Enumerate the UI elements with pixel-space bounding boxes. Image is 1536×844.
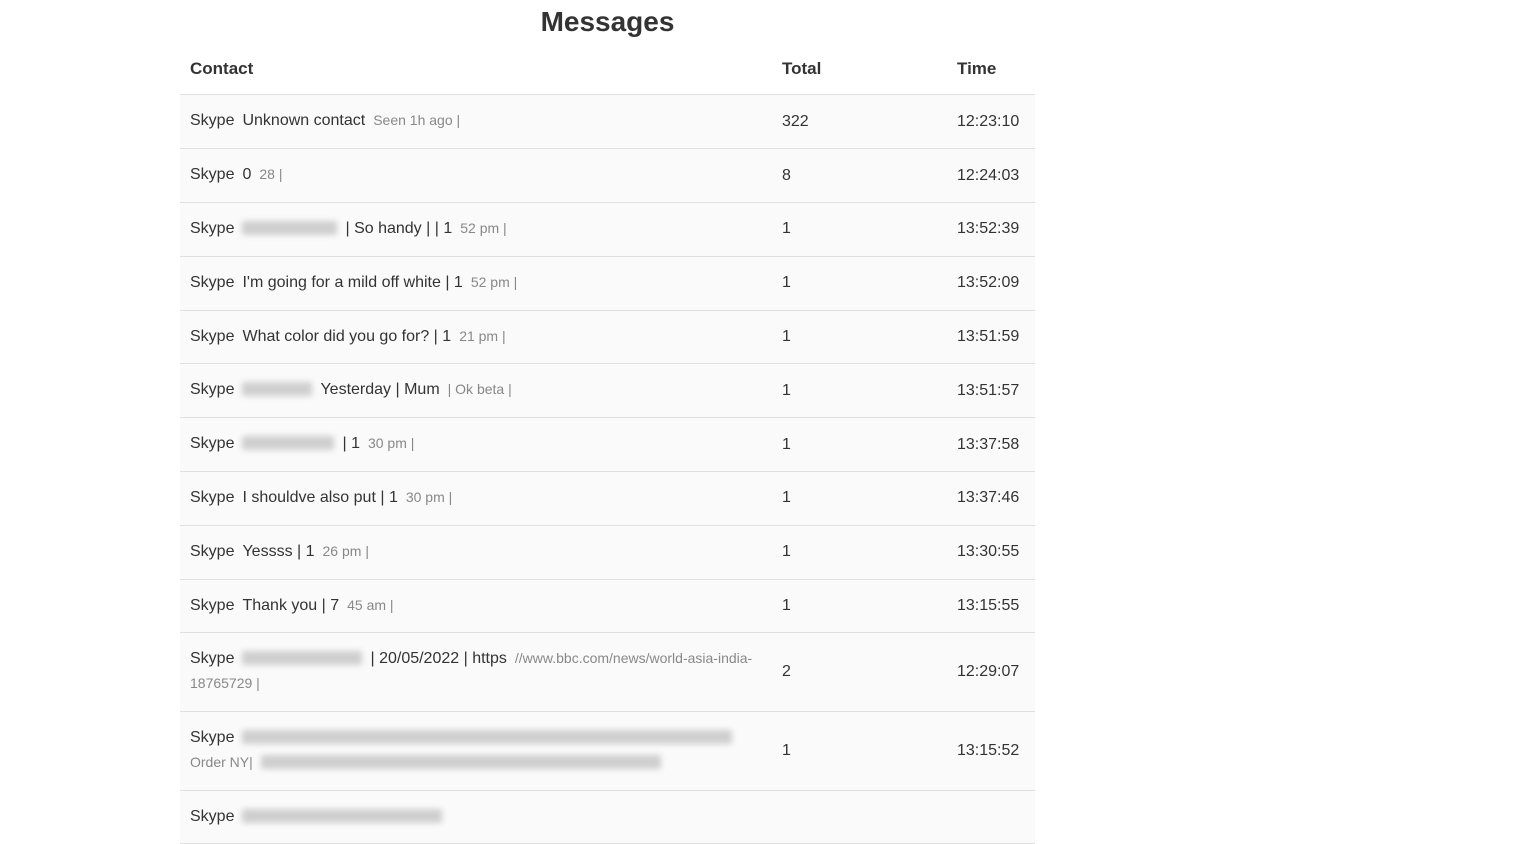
contact-meta: 28 | — [259, 166, 282, 182]
cell-contact: Skype — [190, 805, 782, 830]
contact-text: | So handy | | 1 — [345, 220, 452, 237]
contact-text: Skype — [190, 729, 234, 746]
column-header-total: Total — [782, 59, 957, 79]
messages-table-container: Contact Total Time SkypeUnknown contactS… — [180, 44, 1035, 844]
contact-text: Skype — [190, 112, 234, 129]
redacted-text — [261, 755, 661, 769]
contact-meta: 30 pm | — [368, 435, 414, 451]
cell-time: 13:30:55 — [957, 543, 1037, 561]
cell-contact: Skype Yesterday | Mum | Ok beta | — [190, 378, 782, 403]
contact-text: Skype — [190, 435, 234, 452]
table-row[interactable]: Skype I'm going for a mild off white | 1 5… — [180, 257, 1035, 311]
cell-total: 1 — [782, 742, 957, 760]
cell-total: 1 — [782, 489, 957, 507]
cell-total: 1 — [782, 543, 957, 561]
cell-time: 12:29:07 — [957, 663, 1037, 681]
cell-total: 1 — [782, 382, 957, 400]
cell-contact: Skype What color did you go for? | 1 21 pm… — [190, 325, 782, 350]
cell-contact: Skype | 1 30 pm | — [190, 432, 782, 457]
table-body: SkypeUnknown contactSeen 1h ago |32212:2… — [180, 95, 1035, 844]
cell-total: 322 — [782, 113, 957, 131]
table-row[interactable]: Skype Thank you | 7 45 am | 113:15:55 — [180, 580, 1035, 634]
table-row[interactable]: Skype What color did you go for? | 1 21 pm… — [180, 311, 1035, 365]
contact-text: What color did you go for? | 1 — [242, 328, 451, 345]
table-row[interactable]: Skype | 1 30 pm | 113:37:58 — [180, 418, 1035, 472]
table-row[interactable]: Skype | So handy | | 1 52 pm | 113:52:39 — [180, 203, 1035, 257]
cell-total: 8 — [782, 167, 957, 185]
contact-text: Skype — [190, 274, 234, 291]
contact-text: I'm going for a mild off white | 1 — [242, 274, 462, 291]
contact-meta: 21 pm | — [459, 328, 505, 344]
cell-time: 12:24:03 — [957, 167, 1037, 185]
contact-text: Skype — [190, 166, 234, 183]
contact-text: Thank you | 7 — [242, 597, 339, 614]
cell-time: 13:15:52 — [957, 742, 1037, 760]
contact-meta: 45 am | — [347, 597, 393, 613]
redacted-text — [242, 436, 334, 450]
contact-text: Skype — [190, 381, 234, 398]
contact-text: | 1 — [342, 435, 360, 452]
contact-text: Unknown contact — [242, 112, 365, 129]
cell-time: 13:52:39 — [957, 220, 1037, 238]
contact-meta: 30 pm | — [406, 489, 452, 505]
contact-meta: 52 pm | — [471, 274, 517, 290]
contact-text: Skype — [190, 328, 234, 345]
table-row[interactable]: Skype I shouldve also put | 1 30 pm | 113:3… — [180, 472, 1035, 526]
table-row[interactable]: Skype Yessss | 1 26 pm | 113:30:55 — [180, 526, 1035, 580]
contact-meta: Order NY| — [190, 754, 253, 770]
redacted-text — [242, 651, 362, 665]
cell-contact: Skype I shouldve also put | 1 30 pm | — [190, 486, 782, 511]
contact-text: Skype — [190, 597, 234, 614]
messages-table: Contact Total Time SkypeUnknown contactS… — [180, 44, 1035, 844]
contact-meta: | Ok beta | — [448, 381, 512, 397]
column-header-contact: Contact — [190, 56, 782, 82]
cell-total: 1 — [782, 220, 957, 238]
cell-total: 1 — [782, 597, 957, 615]
contact-meta: Seen 1h ago | — [373, 112, 460, 128]
contact-meta: 52 pm | — [460, 220, 506, 236]
page-title: Messages — [180, 0, 1035, 56]
cell-contact: Skype I'm going for a mild off white | 1 5… — [190, 271, 782, 296]
cell-time: 12:23:10 — [957, 113, 1037, 131]
cell-time: 13:51:57 — [957, 382, 1037, 400]
contact-text: 0 — [242, 166, 251, 183]
table-row[interactable]: Skype 0 28 | 812:24:03 — [180, 149, 1035, 203]
contact-text: Skype — [190, 489, 234, 506]
cell-total: 1 — [782, 274, 957, 292]
cell-contact: Skype Yessss | 1 26 pm | — [190, 540, 782, 565]
cell-contact: Skype Thank you | 7 45 am | — [190, 594, 782, 619]
contact-meta: 26 pm | — [323, 543, 369, 559]
cell-total: 1 — [782, 328, 957, 346]
contact-text: | 20/05/2022 | https — [370, 650, 506, 667]
cell-contact: Skype Order NY| — [190, 726, 782, 776]
contact-text: Yesterday | Mum — [320, 381, 439, 398]
table-row[interactable]: Skype| 20/05/2022 | https//www.bbc.com/n… — [180, 633, 1035, 712]
table-row[interactable]: Skype Yesterday | Mum | Ok beta | 113:51:57 — [180, 364, 1035, 418]
contact-text: Skype — [190, 650, 234, 667]
cell-time: 13:51:59 — [957, 328, 1037, 346]
cell-total: 1 — [782, 436, 957, 454]
contact-text: Skype — [190, 543, 234, 560]
redacted-text — [242, 382, 312, 396]
redacted-text — [242, 221, 337, 235]
column-header-time: Time — [957, 59, 1037, 79]
contact-text: Yessss | 1 — [242, 543, 314, 560]
table-row[interactable]: Skype — [180, 791, 1035, 844]
cell-contact: Skype 0 28 | — [190, 163, 782, 188]
cell-contact: Skype | So handy | | 1 52 pm | — [190, 217, 782, 242]
cell-time: 13:15:55 — [957, 597, 1037, 615]
cell-time: 13:52:09 — [957, 274, 1037, 292]
cell-contact: Skype Unknown contact Seen 1h ago | — [190, 109, 782, 134]
table-row[interactable]: Skype Order NY| 113:15:52 — [180, 712, 1035, 791]
redacted-text — [242, 809, 442, 823]
cell-total: 2 — [782, 663, 957, 681]
cell-time: 13:37:58 — [957, 436, 1037, 454]
redacted-text — [242, 730, 732, 744]
cell-time: 13:37:46 — [957, 489, 1037, 507]
cell-contact: Skype| 20/05/2022 | https//www.bbc.com/n… — [190, 647, 782, 697]
table-row[interactable]: Skype Unknown contact Seen 1h ago | 32212:2… — [180, 95, 1035, 149]
contact-text: Skype — [190, 808, 234, 825]
contact-text: Skype — [190, 220, 234, 237]
contact-text: I shouldve also put | 1 — [242, 489, 397, 506]
